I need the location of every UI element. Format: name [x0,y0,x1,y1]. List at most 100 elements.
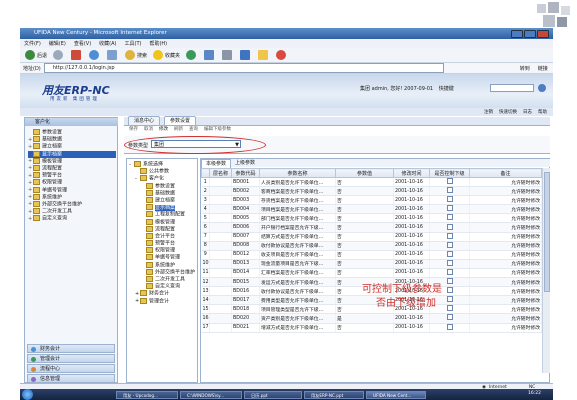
param-value-cell[interactable]: 否 [335,323,394,333]
control-sub-checkbox[interactable] [446,250,453,257]
menu-favorites[interactable]: 收藏(A) [99,40,116,47]
control-sub-checkbox[interactable] [446,296,453,303]
table-row[interactable]: 17 BD021 增减方式是否允许下级单位… 否 2001-10-16 允许随时修改 [201,323,542,333]
control-sub-cell[interactable] [429,204,470,215]
sidebar-item[interactable]: + 模板管理 [28,157,116,165]
column-header[interactable]: 备注 [469,168,542,178]
print-button[interactable] [222,50,234,60]
tree-node[interactable]: 自定义查询 [129,283,197,290]
refresh-button[interactable]: 刷新 [174,126,183,134]
control-sub-cell[interactable] [429,195,470,206]
table-row[interactable]: 16 BD020 资产类别是否允许下级单位… 是 2001-10-16 允许随时修改 [201,313,542,324]
shortcut-input[interactable] [490,84,534,92]
control-sub-cell[interactable] [429,241,470,251]
table-row[interactable]: 11 BD014 汇率档案是否允许下级单位… 否 2001-10-16 允许随时修改 [201,268,542,279]
control-sub-checkbox[interactable] [446,196,453,203]
control-sub-checkbox[interactable] [446,268,453,275]
tree-node[interactable]: 预警平台 [129,240,197,247]
nav-group-finance[interactable]: 财务会计 [27,344,115,353]
param-value-cell[interactable]: 否 [335,177,394,188]
tab-message-center[interactable]: 消息中心 [128,116,161,125]
menu-help[interactable]: 帮助(H) [149,40,167,47]
table-row[interactable]: 10 BD013 现金流量项目是否允许下级… 否 2001-10-16 允许随时修改 [201,259,542,269]
help-link[interactable]: 帮助 [538,109,547,115]
sidebar-item[interactable]: 参数设置 [28,129,116,136]
control-sub-checkbox[interactable] [446,223,453,230]
column-header[interactable]: 层名称 [209,168,232,178]
menu-edit[interactable]: 编辑(E) [49,40,66,47]
sidebar-item[interactable]: + 外部交换平台维护 [28,200,116,208]
table-row[interactable]: 1 BD001 人员类别是否允许下级单位… 否 2001-10-16 允许随时修改 [201,177,542,188]
modify-button[interactable]: 修改 [159,126,168,134]
control-sub-cell[interactable] [429,186,470,197]
control-sub-checkbox[interactable] [446,259,453,266]
forward-button[interactable] [53,50,65,60]
tree-node[interactable]: 外部交换平台维护 [129,268,197,276]
scrollbar-thumb[interactable] [544,172,550,292]
param-type-select[interactable]: 集团 ▼ [151,140,241,148]
control-sub-checkbox[interactable] [446,232,453,239]
tree-node[interactable]: 公共参数 [129,168,197,175]
nav-group-management[interactable]: 管理会计 [27,354,115,363]
tab-local-params[interactable]: 本级参数 [201,158,232,168]
menu-file[interactable]: 文件(F) [24,40,41,47]
tab-parameter-settings[interactable]: 参数设置 [164,116,197,125]
folder-button[interactable] [258,50,270,60]
param-value-cell[interactable]: 否 [335,232,394,242]
tree-node[interactable]: 参数设置 [129,182,197,190]
favorites-button[interactable]: 收藏夹 [153,50,180,60]
control-sub-cell[interactable] [429,323,470,333]
edit-sub-params-button[interactable]: 编辑下级参数 [204,126,231,134]
sidebar-item[interactable]: + 二次开发工具 [28,208,116,215]
close-button[interactable] [537,29,549,38]
taskbar-item[interactable]: 日历.ppt [244,390,302,399]
control-sub-checkbox[interactable] [446,314,453,321]
go-button[interactable]: 转到 [520,65,530,72]
edit-button[interactable] [240,50,252,60]
tab-parent-params[interactable]: 上级参数 [231,159,259,167]
column-header[interactable]: 是否控制下级 [429,168,470,178]
tree-node[interactable]: 单据号管理 [129,254,197,261]
param-value-cell[interactable]: 否 [335,259,394,269]
tree-node[interactable]: 权限管理 [129,247,197,254]
column-header[interactable]: 参数代码 [231,168,260,178]
param-value-cell[interactable]: 否 [335,241,394,251]
param-value-cell[interactable]: 是 [335,313,394,324]
go-icon[interactable] [538,84,546,92]
messenger-button[interactable] [276,50,288,60]
back-button[interactable]: 后退 [25,50,47,60]
taskbar-item[interactable]: 用友ERP-NC.ppt [304,390,364,399]
taskbar-item[interactable]: C:\WINDOWS\sy... [180,390,242,399]
column-header[interactable]: 参数名称 [259,168,336,178]
home-button[interactable] [107,50,119,60]
sidebar-item[interactable]: + 显示档案 [28,150,116,158]
left-nav-header[interactable]: 客户化 [25,118,118,126]
param-value-cell[interactable]: 否 [335,195,394,206]
sidebar-item[interactable]: + 系统维护 [28,193,116,201]
tree-node[interactable]: - 客户化 [129,175,197,182]
address-input[interactable]: http://127.0.0.1/login.jsp [43,63,444,73]
tree-node[interactable]: - 系统选择 [129,161,197,168]
sidebar-item[interactable]: + 建立档案 [28,143,116,150]
history-button[interactable] [186,50,198,60]
table-row[interactable]: 4 BD004 项目档案是否允许下级单位… 否 2001-10-16 允许随时修改 [201,204,542,215]
log-link[interactable]: 日志 [523,109,532,115]
links-button[interactable]: 链接 [538,65,548,72]
control-sub-cell[interactable] [429,313,470,324]
refresh-button[interactable] [89,50,101,60]
control-sub-cell[interactable] [429,213,470,224]
sidebar-item[interactable]: + 权限管理 [28,179,116,186]
menu-tools[interactable]: 工具(T) [125,40,142,47]
control-sub-checkbox[interactable] [446,287,453,294]
table-row[interactable]: 6 BD006 开户银行档案是否允许下级… 否 2001-10-16 允许随时修改 [201,222,542,233]
table-row[interactable]: 9 BD012 收支项目是否允许下级单位… 否 2001-10-16 允许随时修改 [201,250,542,260]
control-sub-checkbox[interactable] [446,187,453,194]
search-button[interactable]: 搜索 [125,50,147,60]
tree-node[interactable]: 会计平台 [129,232,197,240]
sidebar-item[interactable]: + 单据号管理 [28,186,116,194]
sidebar-item[interactable]: + 预警平台 [28,172,116,179]
control-sub-checkbox[interactable] [446,205,453,212]
tree-node[interactable]: 工程复制配置 [129,211,197,218]
control-sub-cell[interactable] [429,232,470,242]
tree-node[interactable]: 建立档案 [129,196,197,204]
